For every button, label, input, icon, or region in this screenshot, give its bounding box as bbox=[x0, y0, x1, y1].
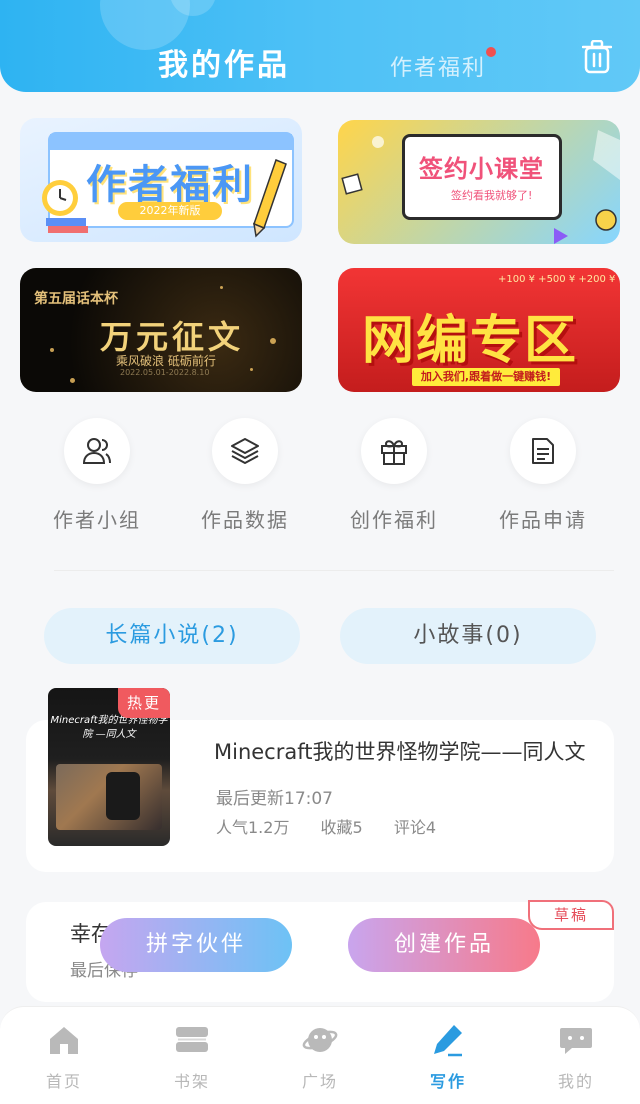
work-popularity: 人气1.2万 bbox=[216, 818, 290, 837]
banner-signing-class[interactable]: 签约小课堂 签约看我就够了! bbox=[338, 120, 620, 244]
work-favorites: 收藏5 bbox=[320, 818, 363, 837]
banner-title: 网编专区 bbox=[362, 311, 579, 371]
tab-long-novel[interactable]: 长篇小说(2) bbox=[44, 608, 300, 664]
quick-action-label: 作品数据 bbox=[201, 508, 289, 532]
work-title[interactable]: Minecraft我的世界怪物学院——同人文 bbox=[214, 736, 614, 766]
nav-label: 书架 bbox=[173, 1072, 210, 1091]
cover-text: Minecraft我的世界怪物学院 —同人文 bbox=[50, 715, 168, 740]
writing-partner-button[interactable]: 拼字伙伴 bbox=[100, 918, 292, 972]
users-icon bbox=[64, 418, 130, 484]
bookshelf-icon bbox=[176, 1027, 208, 1052]
hot-badge: 热更 bbox=[118, 688, 170, 718]
quick-action-work-data[interactable]: 作品数据 bbox=[180, 418, 310, 533]
banner-title: 签约小课堂 bbox=[419, 155, 544, 183]
nav-mine[interactable]: 我的 bbox=[536, 1022, 616, 1092]
quick-action-label: 作品申请 bbox=[499, 508, 587, 532]
chat-icon bbox=[560, 1028, 592, 1054]
clock-icon bbox=[42, 180, 88, 233]
banner-essay-contest[interactable]: 第五届话本杯 万元征文 乘风破浪 砥砺前行 2022.05.01-2022.8.… bbox=[20, 268, 302, 392]
pencil-icon bbox=[253, 159, 287, 238]
banner-date: 2022.05.01-2022.8.10 bbox=[120, 368, 210, 377]
banner-coins: +100 ¥ +500 ¥ +200 ¥ bbox=[498, 274, 616, 285]
work-comments: 评论4 bbox=[393, 818, 437, 837]
header: 我的作品 作者福利 bbox=[0, 0, 640, 92]
nav-bookshelf[interactable]: 书架 bbox=[152, 1022, 232, 1092]
banner-author-benefits[interactable]: 作者福利 2022年新版 bbox=[20, 118, 302, 242]
planet-icon bbox=[302, 1028, 338, 1052]
tab-short-story[interactable]: 小故事(0) bbox=[340, 608, 596, 664]
quick-action-author-group[interactable]: 作者小组 bbox=[32, 418, 162, 533]
banner-line: 第五届话本杯 bbox=[34, 291, 118, 307]
nav-label: 广场 bbox=[301, 1072, 338, 1091]
quick-action-label: 作者小组 bbox=[53, 508, 141, 532]
author-benefits-tab[interactable]: 作者福利 bbox=[390, 50, 486, 82]
nav-home[interactable]: 首页 bbox=[24, 1022, 104, 1092]
nav-plaza[interactable]: 广场 bbox=[280, 1022, 360, 1092]
banner-subtitle: 2022年新版 bbox=[118, 202, 222, 220]
nav-label: 写作 bbox=[429, 1072, 466, 1091]
banner-card: 签约小课堂 签约看我就够了! bbox=[402, 134, 562, 220]
work-stats: 人气1.2万 收藏5 评论4 bbox=[216, 814, 462, 838]
quick-action-label: 创作福利 bbox=[350, 508, 438, 532]
draft-badge: 草稿 bbox=[528, 900, 614, 930]
nav-label: 首页 bbox=[45, 1072, 82, 1091]
banner-subtitle: 加入我们,跟着做一键赚钱! bbox=[412, 368, 560, 386]
banner-subtitle: 乘风破浪 砥砺前行 bbox=[116, 354, 216, 368]
document-icon bbox=[510, 418, 576, 484]
work-last-update: 最后更新17:07 bbox=[216, 789, 333, 809]
page-title: 我的作品 bbox=[158, 48, 290, 83]
banner-editor-zone[interactable]: +100 ¥ +500 ¥ +200 ¥ 网编专区 加入我们,跟着做一键赚钱! bbox=[338, 268, 620, 392]
layers-icon bbox=[212, 418, 278, 484]
quick-action-creation-benefits[interactable]: 创作福利 bbox=[329, 418, 459, 533]
divider bbox=[54, 570, 614, 571]
notification-dot bbox=[486, 47, 496, 57]
quick-action-work-application[interactable]: 作品申请 bbox=[478, 418, 608, 533]
create-work-button[interactable]: 创建作品 bbox=[348, 918, 540, 972]
home-icon bbox=[50, 1027, 78, 1054]
banner-subtitle: 签约看我就够了! bbox=[451, 189, 533, 202]
nav-label: 我的 bbox=[557, 1072, 594, 1091]
trash-icon[interactable] bbox=[582, 40, 612, 74]
gift-icon bbox=[361, 418, 427, 484]
nav-write[interactable]: 写作 bbox=[408, 1022, 488, 1092]
pen-icon bbox=[434, 1025, 462, 1057]
